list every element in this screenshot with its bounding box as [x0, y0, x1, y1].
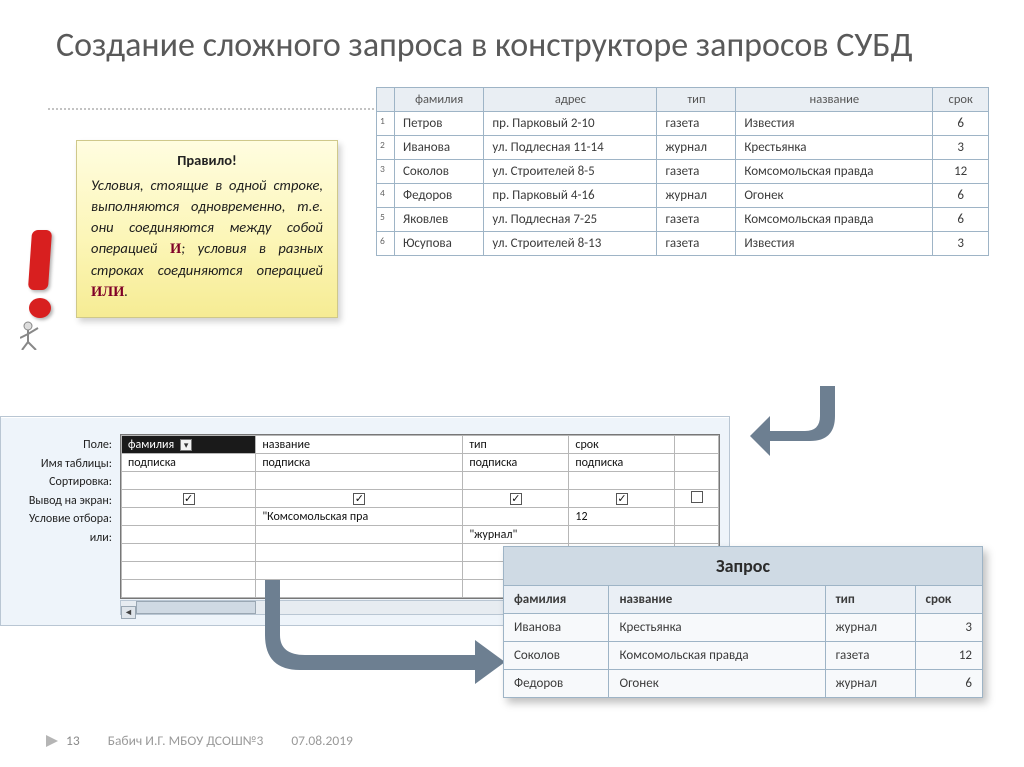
table-row: ФедоровОгонекжурнал6: [504, 670, 983, 698]
table-row: 3Соколовул. Строителей 8-5газетаКомсомол…: [377, 160, 989, 184]
exclamation-icon: [14, 230, 66, 330]
table-row: 6Юсуповаул. Строителей 8-13газетаИзвести…: [377, 232, 989, 256]
scroll-thumb[interactable]: [136, 601, 256, 614]
grid-cell[interactable]: ✓: [122, 490, 256, 508]
scroll-left-button[interactable]: ◄: [121, 606, 136, 619]
grid-cell[interactable]: [256, 472, 463, 490]
grid-cell[interactable]: [122, 526, 256, 544]
arrow-icon: [750, 386, 870, 466]
dropdown-icon[interactable]: ▾: [180, 439, 192, 451]
grid-cell[interactable]: ✓: [463, 490, 569, 508]
grid-cell[interactable]: [569, 472, 675, 490]
rule-text: Условия, стоящие в одной строке, выполня…: [91, 175, 323, 303]
grid-cell[interactable]: ✓: [256, 490, 463, 508]
rule-note: Правило! Условия, стоящие в одной строке…: [76, 140, 338, 318]
footer: 13 Бабич И.Г. МБОУ ДСОШ№3 07.08.2019: [46, 732, 1000, 749]
grid-cell[interactable]: [256, 526, 463, 544]
page-number: 13: [46, 732, 80, 749]
grid-cell[interactable]: подписка: [463, 454, 569, 472]
grid-cell[interactable]: подписка: [256, 454, 463, 472]
grid-cell[interactable]: 12: [569, 508, 675, 526]
grid-cell[interactable]: [122, 508, 256, 526]
grid-cell[interactable]: [122, 562, 256, 580]
arrow-icon: [260, 580, 510, 690]
grid-cell[interactable]: [122, 472, 256, 490]
grid-cell[interactable]: подписка: [122, 454, 256, 472]
result-table: Запрос фамилия название тип срок Иванова…: [503, 546, 983, 698]
grid-cell[interactable]: "Комсомольская пра: [256, 508, 463, 526]
table-row: СоколовКомсомольская правдагазета12: [504, 642, 983, 670]
grid-cell[interactable]: [122, 580, 256, 598]
grid-cell[interactable]: [569, 526, 675, 544]
grid-cell[interactable]: [122, 544, 256, 562]
grid-cell[interactable]: "журнал": [463, 526, 569, 544]
slide-title: Создание сложного запроса в конструкторе…: [0, 0, 1024, 65]
grid-cell[interactable]: [463, 508, 569, 526]
grid-cell[interactable]: подписка: [569, 454, 675, 472]
table-row: 5Яковлевул. Подлесная 7-25газетаКомсомол…: [377, 208, 989, 232]
grid-cell[interactable]: ✓: [569, 490, 675, 508]
table-row: ИвановаКрестьянкажурнал3: [504, 614, 983, 642]
designer-row-labels: Поле: Имя таблицы: Сортировка: Вывод на …: [0, 434, 118, 603]
grid-cell[interactable]: фамилия▾: [122, 436, 256, 454]
rule-heading: Правило!: [91, 151, 323, 169]
grid-cell[interactable]: [463, 472, 569, 490]
stickman-icon: [20, 320, 50, 350]
grid-cell[interactable]: [256, 562, 463, 580]
grid-cell[interactable]: [256, 544, 463, 562]
grid-cell[interactable]: название: [256, 436, 463, 454]
grid-cell[interactable]: срок: [569, 436, 675, 454]
table-row: 2Ивановаул. Подлесная 11-14журналКрестья…: [377, 136, 989, 160]
table-row: 1Петровпр. Парковый 2-10газетаИзвестия6: [377, 112, 989, 136]
table-row: 4Федоровпр. Парковый 4-16журналОгонек6: [377, 184, 989, 208]
footer-date: 07.08.2019: [291, 732, 353, 749]
source-table: фамилия адрес тип название срок 1Петровп…: [376, 87, 989, 256]
footer-author: Бабич И.Г. МБОУ ДСОШ№3: [108, 732, 264, 749]
divider: [48, 108, 378, 110]
grid-cell[interactable]: тип: [463, 436, 569, 454]
